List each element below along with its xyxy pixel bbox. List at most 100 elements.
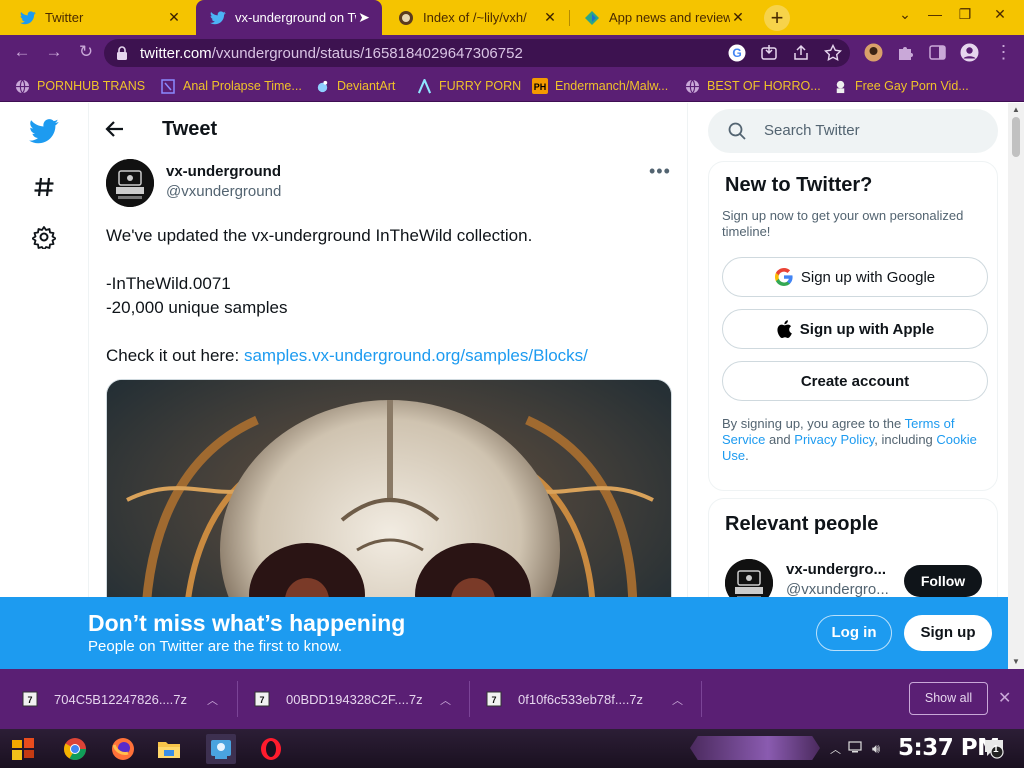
tab-index-of[interactable]: Index of /~lily/vxh/ ✕ bbox=[384, 0, 568, 35]
signup-apple-button[interactable]: Sign up with Apple bbox=[722, 309, 988, 349]
back-arrow-icon[interactable] bbox=[105, 119, 127, 141]
scroll-up-arrow-icon[interactable]: ▲ bbox=[1012, 105, 1020, 114]
page-scrollbar[interactable]: ▲ ▼ bbox=[1008, 103, 1024, 669]
more-options-icon[interactable]: ••• bbox=[649, 161, 671, 182]
privacy-link[interactable]: Privacy Policy bbox=[794, 432, 874, 447]
restore-icon[interactable]: ❐ bbox=[955, 6, 975, 23]
bookmark-item[interactable]: DeviantArt bbox=[314, 77, 395, 95]
bookmark-item[interactable]: Anal Prolapse Time... bbox=[160, 77, 302, 95]
bookmark-item[interactable]: PORNHUB TRANS bbox=[14, 77, 145, 95]
banner-title: Don’t miss what’s happening bbox=[88, 610, 406, 636]
url-text: twitter.com/vxunderground/status/1658184… bbox=[140, 45, 523, 62]
forward-icon[interactable]: → bbox=[44, 42, 64, 62]
menu-kebab-icon[interactable]: ⋮ bbox=[994, 43, 1013, 62]
tweet-link[interactable]: samples.vx-underground.org/samples/Block… bbox=[244, 346, 588, 365]
legal-text: and bbox=[765, 432, 795, 447]
notification-center-icon[interactable]: 1 bbox=[982, 736, 1006, 760]
download-separator bbox=[237, 681, 238, 717]
search-box[interactable]: Search Twitter bbox=[708, 109, 998, 153]
signup-card-title: New to Twitter? bbox=[725, 174, 873, 196]
opera-icon[interactable] bbox=[256, 734, 286, 764]
settings-gear-icon[interactable] bbox=[28, 221, 60, 253]
close-shelf-icon[interactable]: ✕ bbox=[998, 688, 1011, 708]
volume-icon[interactable]: 🔊︎ bbox=[872, 741, 880, 757]
download-item[interactable]: 7 00BDD194328C2F....7z ︿ bbox=[254, 669, 464, 729]
file-explorer-icon[interactable] bbox=[154, 734, 184, 764]
extensions-puzzle-icon[interactable] bbox=[896, 43, 915, 62]
7z-file-icon: 7 bbox=[486, 691, 502, 707]
bookmark-item[interactable]: Free Gay Porn Vid... bbox=[832, 77, 969, 95]
author-avatar[interactable] bbox=[106, 159, 154, 207]
relevant-name[interactable]: vx-undergro... bbox=[786, 561, 886, 578]
side-panel-icon[interactable] bbox=[928, 43, 947, 62]
tab-strip: Twitter ✕ vx-underground on Tw ➤ Index o… bbox=[0, 0, 1024, 35]
bookmark-item[interactable]: BEST OF HORRO... bbox=[684, 77, 821, 95]
chevron-up-icon[interactable]: ︿ bbox=[207, 692, 218, 708]
minimize-icon[interactable]: — bbox=[925, 6, 945, 22]
chevron-up-icon[interactable]: ︿ bbox=[440, 692, 451, 708]
show-all-downloads-button[interactable]: Show all bbox=[909, 682, 988, 715]
svg-text:PH: PH bbox=[534, 82, 547, 92]
bookmark-label: BEST OF HORRO... bbox=[707, 79, 821, 93]
scroll-thumb[interactable] bbox=[1012, 117, 1020, 157]
tweet-text-line: We've updated the vx-underground InTheWi… bbox=[106, 226, 533, 245]
new-tab-button[interactable]: + bbox=[764, 5, 790, 31]
signup-google-button[interactable]: Sign up with Google bbox=[722, 257, 988, 297]
tab-title: Index of /~lily/vxh/ bbox=[423, 10, 527, 25]
download-item[interactable]: 7 704C5B12247826....7z ︿ bbox=[22, 669, 232, 729]
bookmark-item[interactable]: PH Endermanch/Malw... bbox=[532, 77, 668, 95]
sign-up-button[interactable]: Sign up bbox=[904, 615, 992, 651]
chevron-down-icon[interactable]: ⌄ bbox=[895, 6, 915, 23]
follow-button[interactable]: Follow bbox=[904, 565, 982, 597]
author-name[interactable]: vx-underground bbox=[166, 163, 281, 180]
firefox-icon[interactable] bbox=[108, 734, 138, 764]
site-icon bbox=[832, 78, 848, 94]
tab-app-news[interactable]: App news and reviews ✕ bbox=[570, 0, 756, 35]
signup-card-subtitle: Sign up now to get your own personalized… bbox=[722, 208, 964, 239]
address-bar[interactable]: twitter.com/vxunderground/status/1658184… bbox=[104, 39, 850, 67]
log-in-button[interactable]: Log in bbox=[816, 615, 892, 651]
tab-twitter[interactable]: Twitter ✕ bbox=[6, 0, 192, 35]
scroll-down-arrow-icon[interactable]: ▼ bbox=[1012, 657, 1020, 666]
tab-vx-underground[interactable]: vx-underground on Tw ➤ bbox=[196, 0, 382, 35]
back-icon[interactable]: ← bbox=[12, 42, 32, 62]
create-account-button[interactable]: Create account bbox=[722, 361, 988, 401]
7z-file-icon: 7 bbox=[254, 691, 270, 707]
left-nav bbox=[0, 103, 88, 669]
install-app-icon[interactable] bbox=[760, 44, 778, 62]
bookmark-item[interactable]: FURRY PORN bbox=[416, 77, 521, 95]
close-icon[interactable]: ✕ bbox=[166, 9, 182, 26]
download-separator bbox=[469, 681, 470, 717]
chrome-icon[interactable] bbox=[60, 734, 90, 764]
chevron-up-icon[interactable]: ︿ bbox=[672, 692, 683, 708]
ph-logo-icon: PH bbox=[532, 78, 548, 94]
relevant-handle[interactable]: @vxundergro... bbox=[786, 581, 889, 598]
profile-icon[interactable] bbox=[960, 43, 979, 62]
relevant-card-title: Relevant people bbox=[725, 513, 879, 535]
network-icon[interactable] bbox=[848, 741, 862, 756]
reload-icon[interactable]: ↻ bbox=[76, 42, 96, 62]
page-title: Tweet bbox=[162, 118, 218, 140]
extension-avatar-icon[interactable] bbox=[864, 43, 883, 62]
download-item[interactable]: 7 0f10f6c533eb78f....7z ︿ bbox=[486, 669, 696, 729]
login-banner: Don’t miss what’s happening People on Tw… bbox=[0, 597, 1008, 669]
share-icon[interactable] bbox=[792, 44, 810, 62]
search-icon bbox=[728, 122, 746, 145]
star-icon[interactable] bbox=[823, 43, 843, 62]
bookmark-icon bbox=[160, 78, 176, 94]
twitter-logo-icon[interactable] bbox=[28, 115, 60, 147]
close-window-icon[interactable]: ✕ bbox=[990, 6, 1010, 23]
signup-apple-label: Sign up with Apple bbox=[799, 320, 935, 338]
svg-text:7: 7 bbox=[491, 695, 496, 705]
author-handle[interactable]: @vxunderground bbox=[166, 183, 281, 200]
start-button-icon[interactable] bbox=[8, 734, 38, 764]
tray-chevron-up-icon[interactable]: ︿ bbox=[830, 741, 841, 757]
app-window-icon[interactable] bbox=[206, 734, 236, 764]
lock-icon[interactable] bbox=[116, 46, 128, 65]
google-icon[interactable]: G bbox=[728, 44, 746, 62]
close-icon[interactable]: ✕ bbox=[730, 9, 746, 26]
close-icon[interactable]: ✕ bbox=[542, 9, 558, 26]
bookmark-label: DeviantArt bbox=[337, 79, 396, 93]
explore-hashtag-icon[interactable] bbox=[28, 171, 60, 203]
tweet-text-line: -InTheWild.0071 bbox=[106, 274, 231, 293]
